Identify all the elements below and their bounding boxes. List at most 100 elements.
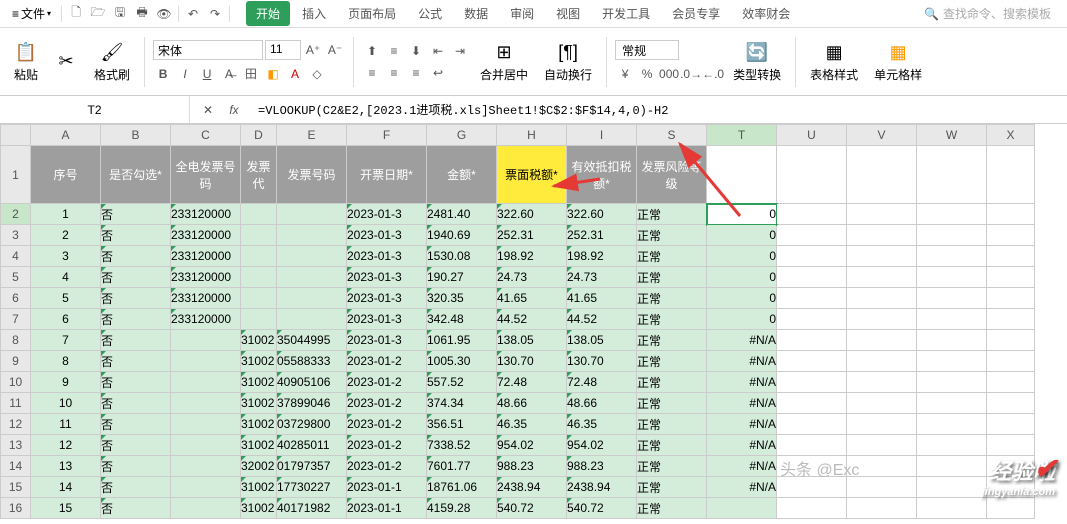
font-color-button[interactable]: A <box>285 64 305 84</box>
table-cell[interactable]: #N/A <box>707 456 777 477</box>
table-cell[interactable]: 正常 <box>637 393 707 414</box>
table-cell[interactable]: 24.73 <box>567 267 637 288</box>
col-header-F[interactable]: F <box>347 125 427 146</box>
table-cell[interactable]: 252.31 <box>567 225 637 246</box>
table-cell[interactable] <box>987 246 1035 267</box>
header-cell[interactable]: 有效抵扣税额* <box>567 146 637 204</box>
table-cell[interactable] <box>847 225 917 246</box>
tab-finance[interactable]: 效率财会 <box>732 1 800 26</box>
table-cell[interactable] <box>987 498 1035 519</box>
table-cell[interactable]: 4 <box>31 267 101 288</box>
table-cell[interactable]: 1 <box>31 204 101 225</box>
table-cell[interactable] <box>171 351 241 372</box>
table-cell[interactable]: 正常 <box>637 309 707 330</box>
table-cell[interactable]: 540.72 <box>497 498 567 519</box>
preview-icon[interactable]: 👁 <box>154 4 174 24</box>
table-cell[interactable]: 130.70 <box>567 351 637 372</box>
table-cell[interactable]: 198.92 <box>497 246 567 267</box>
table-cell[interactable]: 988.23 <box>497 456 567 477</box>
table-cell[interactable]: 否 <box>101 330 171 351</box>
undo-icon[interactable]: ↶ <box>183 4 203 24</box>
row-header-1[interactable]: 1 <box>1 146 31 204</box>
table-cell[interactable]: 2023-01-3 <box>347 225 427 246</box>
row-header-5[interactable]: 5 <box>1 267 31 288</box>
table-cell[interactable]: 13 <box>31 456 101 477</box>
table-cell[interactable]: 31002 <box>241 414 277 435</box>
table-cell[interactable] <box>777 330 847 351</box>
align-top-icon[interactable]: ⬆ <box>362 41 382 61</box>
table-cell[interactable]: 正常 <box>637 372 707 393</box>
row-header-15[interactable]: 15 <box>1 477 31 498</box>
increase-font-icon[interactable]: A⁺ <box>303 40 323 60</box>
table-cell[interactable] <box>241 225 277 246</box>
table-cell[interactable]: 12 <box>31 435 101 456</box>
table-cell[interactable] <box>171 372 241 393</box>
row-header-9[interactable]: 9 <box>1 351 31 372</box>
table-cell[interactable]: 138.05 <box>497 330 567 351</box>
paste-button[interactable]: 📋 粘贴 <box>8 38 44 85</box>
table-cell[interactable]: 否 <box>101 477 171 498</box>
table-cell[interactable] <box>847 267 917 288</box>
table-cell[interactable]: #N/A <box>707 414 777 435</box>
table-cell[interactable] <box>777 393 847 414</box>
col-header-H[interactable]: H <box>497 125 567 146</box>
table-cell[interactable] <box>171 330 241 351</box>
table-cell[interactable]: 否 <box>101 351 171 372</box>
header-cell[interactable]: 票面税额* <box>497 146 567 204</box>
redo-icon[interactable]: ↷ <box>205 4 225 24</box>
table-cell[interactable]: 正常 <box>637 351 707 372</box>
table-cell[interactable] <box>987 372 1035 393</box>
col-header-E[interactable]: E <box>277 125 347 146</box>
table-cell[interactable] <box>277 225 347 246</box>
table-cell[interactable]: 374.34 <box>427 393 497 414</box>
unit-cell-style-button[interactable]: ▦ 单元格样 <box>868 38 928 85</box>
table-cell[interactable] <box>277 309 347 330</box>
table-cell[interactable]: 正常 <box>637 246 707 267</box>
header-cell[interactable]: 发票号码 <box>277 146 347 204</box>
table-cell[interactable] <box>847 288 917 309</box>
col-header-D[interactable]: D <box>241 125 277 146</box>
header-cell[interactable]: 发票风险等级 <box>637 146 707 204</box>
fx-cancel-icon[interactable]: ✕ <box>198 100 218 120</box>
table-cell[interactable] <box>777 351 847 372</box>
table-cell[interactable]: 72.48 <box>497 372 567 393</box>
table-cell[interactable] <box>277 204 347 225</box>
table-cell[interactable] <box>777 498 847 519</box>
table-cell[interactable] <box>987 288 1035 309</box>
row-header-16[interactable]: 16 <box>1 498 31 519</box>
table-cell[interactable]: 2023-01-3 <box>347 330 427 351</box>
table-cell[interactable] <box>847 372 917 393</box>
table-cell[interactable]: 233120000 <box>171 309 241 330</box>
table-cell[interactable]: 2023-01-2 <box>347 435 427 456</box>
table-cell[interactable]: 24.73 <box>497 267 567 288</box>
italic-button[interactable]: I <box>175 64 195 84</box>
header-cell[interactable]: 发票代 <box>241 146 277 204</box>
tab-insert[interactable]: 插入 <box>292 1 336 26</box>
table-cell[interactable]: 0 <box>707 204 777 225</box>
table-cell[interactable]: 2481.40 <box>427 204 497 225</box>
table-cell[interactable]: 233120000 <box>171 204 241 225</box>
table-cell[interactable]: 正常 <box>637 435 707 456</box>
col-header-S[interactable]: S <box>637 125 707 146</box>
table-cell[interactable] <box>917 330 987 351</box>
row-header-3[interactable]: 3 <box>1 225 31 246</box>
table-cell[interactable]: 2023-01-3 <box>347 309 427 330</box>
table-cell[interactable]: 31002 <box>241 330 277 351</box>
table-cell[interactable]: 14 <box>31 477 101 498</box>
table-cell[interactable] <box>917 435 987 456</box>
col-header-G[interactable]: G <box>427 125 497 146</box>
header-cell[interactable]: 全电发票号码 <box>171 146 241 204</box>
table-cell[interactable]: 320.35 <box>427 288 497 309</box>
font-size-select[interactable]: 11 <box>265 40 301 60</box>
decrease-decimal-icon[interactable]: ←.0 <box>703 64 723 84</box>
align-right-icon[interactable]: ≡ <box>406 63 426 83</box>
col-header-B[interactable]: B <box>101 125 171 146</box>
table-cell[interactable]: 6 <box>31 309 101 330</box>
tab-dev[interactable]: 开发工具 <box>592 1 660 26</box>
table-cell[interactable] <box>917 225 987 246</box>
table-cell[interactable] <box>777 372 847 393</box>
row-header-10[interactable]: 10 <box>1 372 31 393</box>
row-header-4[interactable]: 4 <box>1 246 31 267</box>
table-cell[interactable]: 2023-01-2 <box>347 414 427 435</box>
table-cell[interactable]: 46.35 <box>567 414 637 435</box>
